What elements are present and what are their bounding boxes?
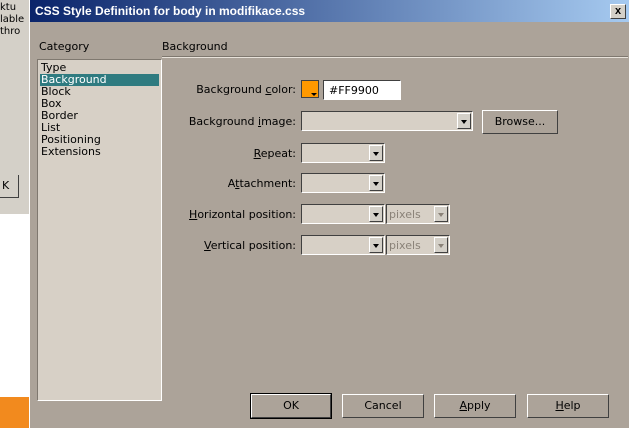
cancel-button[interactable]: Cancel bbox=[342, 394, 424, 418]
background-image-label: Background image: bbox=[188, 115, 296, 128]
vertical-position-label: Vertical position: bbox=[204, 239, 296, 252]
horizontal-unit-select[interactable]: pixels bbox=[386, 204, 450, 224]
ok-button[interactable]: OK bbox=[250, 393, 332, 419]
color-picker-button[interactable] bbox=[301, 80, 319, 98]
background-window-button[interactable]: K bbox=[0, 175, 19, 198]
category-item-extensions[interactable]: Extensions bbox=[40, 146, 159, 158]
horizontal-position-label: Horizontal position: bbox=[189, 208, 296, 221]
category-header: Category bbox=[39, 40, 90, 53]
section-divider bbox=[162, 56, 628, 58]
apply-button[interactable]: Apply bbox=[434, 394, 516, 418]
chevron-down-icon[interactable] bbox=[369, 145, 383, 161]
background-window-text: ktu bbox=[0, 2, 17, 13]
background-color-label: Background color: bbox=[196, 83, 296, 96]
background-color-input[interactable]: #FF9900 bbox=[323, 80, 401, 100]
dialog-titlebar[interactable]: CSS Style Definition for body in modifik… bbox=[30, 0, 629, 22]
close-icon: x bbox=[614, 5, 622, 17]
css-style-definition-dialog: CSS Style Definition for body in modifik… bbox=[29, 0, 629, 428]
dialog-title: CSS Style Definition for body in modifik… bbox=[35, 4, 306, 18]
chevron-down-icon[interactable] bbox=[369, 175, 383, 191]
repeat-select[interactable] bbox=[301, 143, 385, 163]
help-button[interactable]: Help bbox=[527, 394, 609, 418]
repeat-label: Repeat: bbox=[253, 147, 296, 160]
browse-button[interactable]: Browse... bbox=[482, 110, 558, 134]
vertical-position-combo[interactable] bbox=[301, 235, 385, 255]
background-window-orange-area bbox=[0, 397, 30, 428]
horizontal-position-combo[interactable] bbox=[301, 204, 385, 224]
chevron-down-icon[interactable] bbox=[369, 237, 383, 253]
attachment-select[interactable] bbox=[301, 173, 385, 193]
chevron-down-icon[interactable] bbox=[434, 237, 448, 253]
attachment-label: Attachment: bbox=[227, 177, 296, 190]
close-button[interactable]: x bbox=[610, 4, 626, 19]
chevron-down-icon[interactable] bbox=[457, 113, 471, 129]
chevron-down-icon[interactable] bbox=[369, 206, 383, 222]
vertical-unit-select[interactable]: pixels bbox=[386, 235, 450, 255]
section-header: Background bbox=[162, 40, 228, 53]
background-window-text: lable bbox=[0, 14, 25, 25]
background-image-combo[interactable] bbox=[301, 111, 473, 131]
chevron-down-icon[interactable] bbox=[434, 206, 448, 222]
category-list[interactable]: Type Background Block Box Border List Po… bbox=[37, 59, 162, 401]
background-window-text: thro bbox=[0, 26, 21, 37]
